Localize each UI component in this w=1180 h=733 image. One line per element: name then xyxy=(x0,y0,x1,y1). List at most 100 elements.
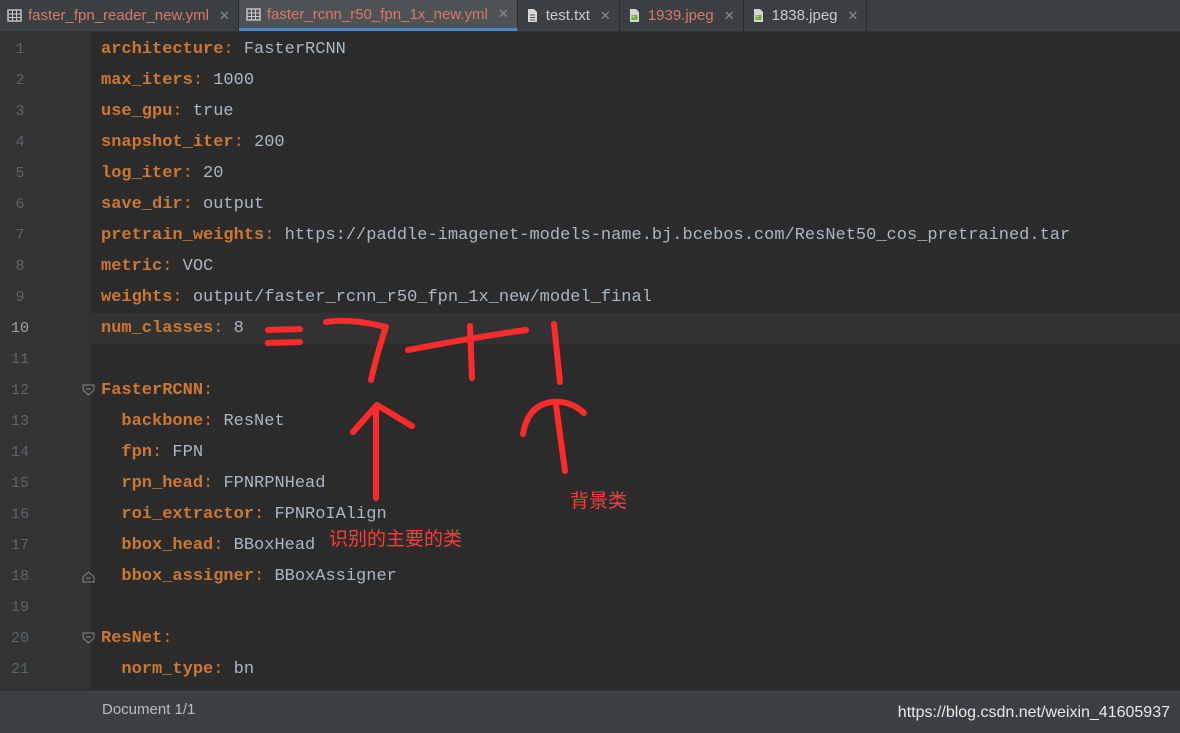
text-file-icon xyxy=(527,9,537,22)
yaml-key: ResNet xyxy=(101,629,163,648)
yaml-key: bbox_head xyxy=(121,536,214,555)
yaml-colon: : xyxy=(213,660,224,679)
code-line[interactable]: snapshot_iter: 200 xyxy=(90,127,1180,158)
code-editor[interactable]: 1 2 3 4 5 6 7 8 9 10 11 12 13 14 15 16 17 18 19 20 21 archit… xyxy=(0,32,1180,690)
code-line[interactable]: use_gpu: true xyxy=(90,96,1180,127)
close-icon[interactable]: ✕ xyxy=(600,8,611,24)
line-number: 2 xyxy=(15,72,25,89)
close-icon[interactable]: ✕ xyxy=(848,8,859,24)
tab-label: test.txt xyxy=(545,7,590,24)
close-icon[interactable]: ✕ xyxy=(724,8,735,24)
code-line[interactable] xyxy=(90,592,1180,623)
image-file-icon xyxy=(629,9,639,22)
yaml-key: max_iters xyxy=(101,71,193,90)
yaml-colon: : xyxy=(213,319,224,338)
code-line[interactable]: weights: output/faster_rcnn_r50_fpn_1x_n… xyxy=(90,282,1180,313)
yaml-key: num_classes xyxy=(101,319,214,338)
yaml-colon: : xyxy=(203,412,214,431)
code-line[interactable]: bbox_assigner: BBoxAssigner xyxy=(90,561,1180,592)
yaml-key: architecture xyxy=(101,40,224,59)
code-area[interactable]: architecture: FasterRCNN max_iters: 1000 u… xyxy=(90,32,1180,690)
line-number: 9 xyxy=(15,289,25,306)
image-file-icon xyxy=(753,9,763,22)
yaml-value: output/faster_rcnn_r50_fpn_1x_new/model_… xyxy=(192,288,652,307)
annotation-main-classes: 识别的主要的类 xyxy=(329,528,463,550)
yaml-colon: : xyxy=(182,195,193,214)
code-line[interactable]: log_iter: 20 xyxy=(90,158,1180,189)
yaml-colon: : xyxy=(172,288,183,307)
line-number: 11 xyxy=(10,351,29,368)
yaml-value: bn xyxy=(233,660,255,679)
yaml-key: pretrain_weights xyxy=(101,226,265,245)
tab-faster-fpn-reader[interactable]: faster_fpn_reader_new.yml ✕ xyxy=(0,0,239,31)
tab-1838-jpeg[interactable]: 1838.jpeg ✕ xyxy=(744,0,868,31)
code-line[interactable]: FasterRCNN: xyxy=(90,375,1180,406)
line-number: 3 xyxy=(15,103,25,120)
line-number: 19 xyxy=(10,599,29,616)
line-number: 21 xyxy=(10,661,29,678)
yaml-colon: : xyxy=(172,102,183,121)
yaml-value: FPNRPNHead xyxy=(223,474,326,493)
watermark-text: https://blog.csdn.net/weixin_41605937 xyxy=(897,704,1170,721)
code-line[interactable]: ResNet: xyxy=(90,623,1180,654)
line-number: 14 xyxy=(10,444,29,461)
yaml-colon: : xyxy=(264,226,275,245)
yaml-key: weights xyxy=(101,288,173,307)
yaml-value: https://paddle-imagenet-models-name.bj.b… xyxy=(284,226,1071,245)
line-number: 18 xyxy=(10,568,29,585)
yaml-key: backbone xyxy=(121,412,204,431)
code-line[interactable]: save_dir: output xyxy=(90,189,1180,220)
yaml-value: true xyxy=(192,102,234,121)
yaml-key: metric xyxy=(101,257,163,276)
code-line[interactable]: rpn_head: FPNRPNHead xyxy=(90,468,1180,499)
code-line[interactable]: num_classes: 8 xyxy=(90,313,1180,344)
line-number: 16 xyxy=(10,506,29,523)
code-line[interactable]: fpn: FPN xyxy=(90,437,1180,468)
tab-faster-rcnn-r50[interactable]: faster_rcnn_r50_fpn_1x_new.yml ✕ xyxy=(238,0,518,31)
line-number: 17 xyxy=(10,537,29,554)
code-line[interactable]: architecture: FasterRCNN xyxy=(90,34,1180,65)
yaml-key: bbox_assigner xyxy=(121,567,255,586)
yaml-key: snapshot_iter xyxy=(101,133,234,152)
code-line[interactable]: roi_extractor: FPNRoIAlign xyxy=(90,499,1180,530)
code-line[interactable]: bbox_head: BBoxHead xyxy=(90,530,1180,561)
yaml-colon: : xyxy=(162,629,173,648)
tab-test-txt[interactable]: test.txt ✕ xyxy=(518,0,620,31)
yaml-value: 1000 xyxy=(213,71,255,90)
code-line[interactable]: max_iters: 1000 xyxy=(90,65,1180,96)
yaml-value: FPNRoIAlign xyxy=(274,505,387,524)
yaml-colon: : xyxy=(203,474,214,493)
line-number: 1 xyxy=(15,41,25,58)
code-line[interactable]: pretrain_weights: https://paddle-imagene… xyxy=(90,220,1180,251)
yaml-colon: : xyxy=(223,40,234,59)
line-number: 13 xyxy=(10,413,29,430)
code-line[interactable]: backbone: ResNet xyxy=(90,406,1180,437)
yaml-value: output xyxy=(203,195,265,214)
tab-1939-jpeg[interactable]: 1939.jpeg ✕ xyxy=(620,0,744,31)
line-number: 12 xyxy=(10,382,29,399)
yaml-colon: : xyxy=(182,164,193,183)
table-icon xyxy=(246,7,261,21)
yaml-value: ResNet xyxy=(223,412,285,431)
close-icon[interactable]: ✕ xyxy=(498,6,509,22)
tab-label: 1939.jpeg xyxy=(647,7,714,24)
close-icon[interactable]: ✕ xyxy=(219,8,230,24)
tab-label: faster_rcnn_r50_fpn_1x_new.yml xyxy=(266,5,488,23)
tab-label: 1838.jpeg xyxy=(771,7,838,24)
yaml-colon: : xyxy=(152,443,163,462)
yaml-key: use_gpu xyxy=(101,102,173,121)
code-line[interactable]: metric: VOC xyxy=(90,251,1180,282)
yaml-key: roi_extractor xyxy=(121,505,255,524)
code-line[interactable] xyxy=(90,344,1180,375)
code-line[interactable]: norm_type: bn xyxy=(90,654,1180,685)
yaml-colon: : xyxy=(162,257,173,276)
table-icon xyxy=(7,9,22,22)
yaml-colon: : xyxy=(192,71,204,90)
yaml-colon: : xyxy=(213,536,224,555)
line-number: 8 xyxy=(15,258,25,275)
